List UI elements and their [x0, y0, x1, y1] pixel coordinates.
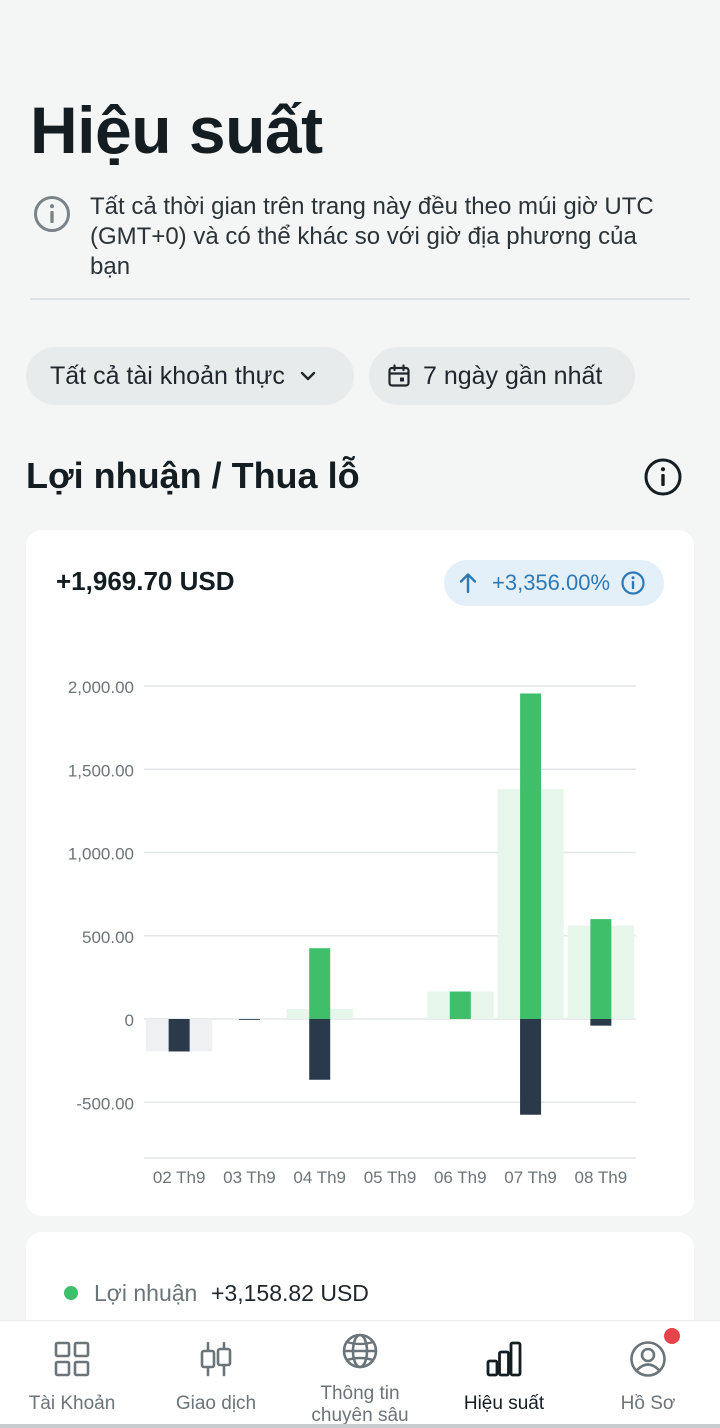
nav-insights[interactable]: Thông tin chuyên sâu — [288, 1321, 432, 1428]
page-title: Hiệu suất — [30, 93, 323, 167]
info-icon — [34, 196, 70, 232]
calendar-icon — [388, 364, 410, 387]
y-tick-label: 1,000.00 — [68, 845, 134, 864]
section-title: Lợi nhuận / Thua lỗ — [26, 455, 360, 496]
loss-bar — [520, 1019, 542, 1115]
profit-bar — [449, 991, 471, 1019]
legend-value: +3,158.82 USD — [211, 1280, 369, 1306]
chevron-down-icon — [300, 371, 316, 381]
timezone-notice-text: Tất cả thời gian trên trang này đều theo… — [90, 193, 654, 280]
nav-trade[interactable]: Giao dịch — [144, 1321, 288, 1428]
notification-badge — [664, 1328, 680, 1344]
loss-bar — [309, 1019, 331, 1080]
account-filter-label: Tất cả tài khoản thực — [50, 361, 285, 390]
pnl-chart-card: +1,969.70 USD +3,356.00% 2,000.00 1,500.0… — [26, 530, 694, 1216]
nav-accounts[interactable]: Tài Khoản — [0, 1321, 144, 1428]
x-tick-label: 02 Th9 — [153, 1168, 206, 1187]
system-home-bar — [0, 1424, 720, 1428]
nav-label: Hiệu suất — [463, 1393, 545, 1414]
profit-legend-dot — [64, 1286, 78, 1300]
profit-bar — [590, 919, 612, 1019]
x-tick-label: 08 Th9 — [575, 1168, 628, 1187]
nav-label: Hồ Sơ — [620, 1393, 676, 1414]
profit-bar — [520, 693, 542, 1019]
info-icon[interactable] — [643, 457, 683, 497]
legend-label: Lợi nhuận — [94, 1280, 198, 1306]
x-tick-label: 07 Th9 — [504, 1168, 557, 1187]
nav-label: Thông tin chuyên sâu — [311, 1383, 409, 1426]
nav-label: Tài Khoản — [28, 1393, 116, 1414]
bar-chart-icon — [486, 1341, 522, 1377]
divider — [30, 298, 690, 300]
x-tick-label: 05 Th9 — [364, 1168, 417, 1187]
date-range-filter[interactable]: 7 ngày gần nhất — [369, 347, 635, 405]
loss-bar — [238, 1019, 260, 1020]
date-range-label: 7 ngày gần nhất — [423, 361, 603, 390]
x-tick-label: 04 Th9 — [293, 1168, 346, 1187]
profile-icon — [630, 1341, 666, 1377]
pnl-bar-chart: 2,000.00 1,500.00 1,000.00 500.00 0 -500.00 02… — [68, 678, 636, 1187]
account-filter-dropdown[interactable]: Tất cả tài khoản thực — [26, 347, 354, 405]
x-tick-label: 03 Th9 — [223, 1168, 276, 1187]
profit-bar — [309, 948, 331, 1019]
x-tick-label: 06 Th9 — [434, 1168, 487, 1187]
loss-bar — [590, 1019, 612, 1026]
nav-profile[interactable]: Hồ Sơ — [576, 1321, 720, 1428]
y-tick-label: -500.00 — [76, 1094, 134, 1113]
y-tick-label: 1,500.00 — [68, 761, 134, 780]
accounts-grid-icon — [54, 1341, 90, 1377]
y-tick-label: 0 — [125, 1011, 134, 1030]
nav-performance[interactable]: Hiệu suất — [432, 1321, 576, 1428]
timezone-notice: Tất cả thời gian trên trang này đều theo… — [32, 192, 672, 282]
nav-label: Giao dịch — [175, 1393, 257, 1414]
loss-bar — [168, 1019, 190, 1052]
globe-icon — [342, 1333, 378, 1369]
trade-candles-icon — [200, 1341, 232, 1377]
bottom-navigation: Tài Khoản Giao dịch Thông tin chuyên sâu… — [0, 1320, 720, 1428]
y-tick-label: 2,000.00 — [68, 678, 134, 697]
y-tick-label: 500.00 — [82, 928, 134, 947]
